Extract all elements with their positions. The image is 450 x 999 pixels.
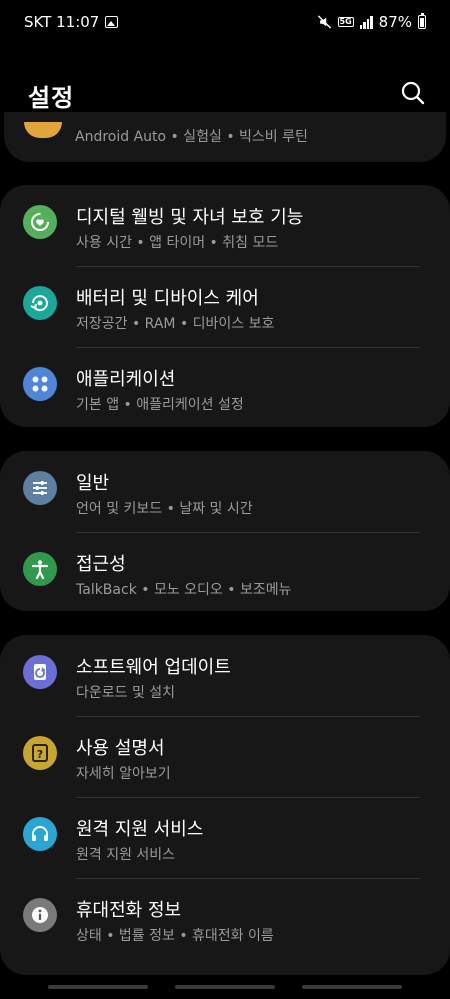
settings-item-device-care[interactable]: 배터리 및 디바이스 케어 저장공간 • RAM • 디바이스 보호 — [0, 266, 450, 347]
digital-wellbeing-icon — [23, 205, 57, 239]
settings-group-1: 디지털 웰빙 및 자녀 보호 기능 사용 시간 • 앱 타이머 • 취침 모드 … — [0, 185, 450, 427]
general-sliders-icon — [23, 471, 57, 505]
item-label: 소프트웨어 업데이트 — [76, 657, 231, 678]
item-subtitle: 사용 시간 • 앱 타이머 • 취침 모드 — [76, 235, 279, 251]
advanced-features-icon — [24, 122, 62, 138]
settings-group-3: 소프트웨어 업데이트 다운로드 및 설치 ? 사용 설명서 자세히 알아보기 원… — [0, 635, 450, 975]
signal-icon — [359, 15, 373, 29]
item-subtitle: 다운로드 및 설치 — [76, 685, 176, 701]
settings-item-accessibility[interactable]: 접근성 TalkBack • 모노 오디오 • 보조메뉴 — [0, 532, 450, 613]
settings-item-digital-wellbeing[interactable]: 디지털 웰빙 및 자녀 보호 기능 사용 시간 • 앱 타이머 • 취침 모드 — [0, 185, 450, 266]
gallery-notification-icon — [105, 16, 119, 28]
item-subtitle: Android Auto • 실험실 • 빅스비 루틴 — [75, 129, 308, 145]
settings-item-applications[interactable]: 애플리케이션 기본 앱 • 애플리케이션 설정 — [0, 347, 450, 428]
user-manual-icon: ? — [23, 736, 57, 770]
mute-icon — [317, 15, 331, 29]
item-subtitle: 원격 지원 서비스 — [76, 847, 176, 863]
battery-icon — [418, 13, 426, 29]
settings-group-2: 일반 언어 및 키보드 • 날짜 및 시간 접근성 TalkBack • 모노 … — [0, 451, 450, 611]
settings-item-phone-info[interactable]: 휴대전화 정보 상태 • 법률 정보 • 휴대전화 이름 — [0, 878, 450, 959]
apps-icon — [23, 367, 57, 401]
device-care-icon — [23, 286, 57, 320]
software-update-icon — [23, 655, 57, 689]
item-label: 원격 지원 서비스 — [76, 819, 204, 840]
network-type-label: 5G — [337, 17, 354, 27]
item-subtitle: 자세히 알아보기 — [76, 766, 171, 782]
item-label: 사용 설명서 — [76, 738, 165, 759]
svg-text:?: ? — [37, 748, 43, 761]
navigation-bar — [0, 985, 450, 993]
item-label: 접근성 — [76, 554, 126, 575]
item-subtitle: 상태 • 법률 정보 • 휴대전화 이름 — [76, 928, 274, 944]
item-label: 애플리케이션 — [76, 369, 176, 390]
carrier-time: SKT 11:07 — [24, 13, 100, 31]
accessibility-icon — [23, 552, 57, 586]
status-left: SKT 11:07 — [24, 13, 119, 31]
item-label: 디지털 웰빙 및 자녀 보호 기능 — [76, 207, 304, 228]
status-right: 5G 87% — [317, 13, 426, 31]
item-subtitle: TalkBack • 모노 오디오 • 보조메뉴 — [76, 582, 292, 598]
battery-percent: 87% — [378, 13, 412, 31]
info-icon — [23, 898, 57, 932]
item-label: 일반 — [76, 473, 110, 494]
item-subtitle: 언어 및 키보드 • 날짜 및 시간 — [76, 501, 253, 517]
item-label: 배터리 및 디바이스 케어 — [76, 288, 259, 309]
item-label: 휴대전화 정보 — [76, 900, 182, 921]
nav-home-button[interactable] — [175, 985, 275, 989]
settings-item-software-update[interactable]: 소프트웨어 업데이트 다운로드 및 설치 — [0, 635, 450, 716]
search-icon — [401, 81, 425, 105]
settings-item-general[interactable]: 일반 언어 및 키보드 • 날짜 및 시간 — [0, 451, 450, 532]
settings-item-user-manual[interactable]: ? 사용 설명서 자세히 알아보기 — [0, 716, 450, 797]
item-subtitle: 기본 앱 • 애플리케이션 설정 — [76, 397, 244, 413]
page-title: 설정 — [28, 84, 75, 112]
nav-recents-button[interactable] — [48, 985, 148, 989]
search-button[interactable] — [400, 80, 426, 106]
connected-devices-item[interactable]: Android Auto • 실험실 • 빅스비 루틴 — [4, 112, 446, 162]
settings-item-remote-support[interactable]: 원격 지원 서비스 원격 지원 서비스 — [0, 797, 450, 878]
status-bar: SKT 11:07 5G 87% — [0, 0, 450, 46]
nav-back-button[interactable] — [302, 985, 402, 989]
item-subtitle: 저장공간 • RAM • 디바이스 보호 — [76, 316, 275, 332]
headset-icon — [23, 817, 57, 851]
